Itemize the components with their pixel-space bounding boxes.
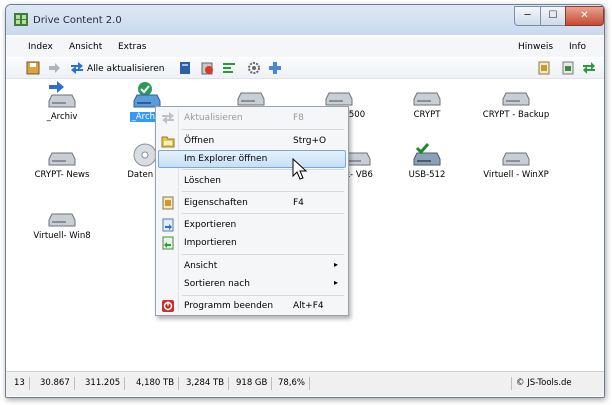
menu-item-open-in-explorer[interactable]: Im Explorer öffnen <box>158 150 346 168</box>
drive-label: CRYPT <box>413 110 441 120</box>
drive-icon <box>48 152 76 166</box>
menu-item-import[interactable]: Importieren <box>158 234 346 252</box>
app-icon <box>14 13 28 26</box>
save-icon[interactable] <box>26 61 40 75</box>
drive-icon <box>237 92 265 106</box>
menu-item-shortcut: F8 <box>293 113 304 123</box>
menu-item-label: Sortieren nach <box>184 279 250 289</box>
menu-separator <box>182 169 344 170</box>
drive-label: CRYPT - Backup <box>482 110 550 120</box>
minimize-button[interactable]: ─ <box>514 6 541 26</box>
submenu-arrow-icon: ▸ <box>334 278 339 287</box>
sync-icon[interactable] <box>582 61 596 75</box>
status-copyright: © JS-Tools.de <box>511 377 576 390</box>
maximize-button[interactable]: ☐ <box>540 6 566 26</box>
menu-separator <box>182 191 344 192</box>
menu-item-shortcut: Strg+O <box>293 136 327 146</box>
import-icon <box>162 236 174 250</box>
submenu-arrow-icon: ▸ <box>334 260 339 269</box>
menu-item-label: Exportieren <box>184 220 237 230</box>
status-bar: 13 30.867 311.205 4,180 TB 3,284 TB 918 … <box>6 371 604 396</box>
menu-item-open[interactable]: Öffnen Strg+O <box>158 132 346 150</box>
forward-icon[interactable] <box>47 61 61 75</box>
drive-item[interactable]: CRYPT- News <box>19 151 105 180</box>
menu-item-export[interactable]: Exportieren <box>158 216 346 234</box>
drive-icon <box>413 92 441 106</box>
menu-item-sort-by[interactable]: Sortieren nach ▸ <box>158 275 346 293</box>
drive-item[interactable]: Virtuell- Win8 <box>19 212 105 241</box>
add-icon[interactable] <box>268 61 282 75</box>
menu-ansicht[interactable]: Ansicht <box>69 42 102 52</box>
menu-index[interactable]: Index <box>28 42 53 52</box>
drive-label: CRYPT- News <box>34 170 90 180</box>
menu-separator <box>182 129 344 130</box>
gear-icon[interactable] <box>247 61 261 75</box>
status-total-size: 4,180 TB <box>132 377 180 390</box>
usb-drive-ok-icon <box>413 143 441 166</box>
context-menu: Aktualisieren F8 Öffnen Strg+O Im Explor… <box>155 106 349 316</box>
drive-icon[interactable] <box>178 61 192 75</box>
update-all-button[interactable]: Alle aktualisieren <box>87 64 165 74</box>
status-file-count: 311.205 <box>81 377 126 390</box>
window-title: Drive Content 2.0 <box>33 15 122 26</box>
drive-item[interactable]: _Archiv <box>19 81 105 122</box>
delete-drive-icon[interactable] <box>200 61 214 75</box>
menu-item-shortcut: Alt+F4 <box>293 301 324 311</box>
menu-item-label: Ansicht <box>184 261 218 271</box>
menu-item-refresh[interactable]: Aktualisieren F8 <box>158 109 346 127</box>
menu-bar: Index Ansicht Extras Hinweis Info <box>6 37 604 57</box>
menu-item-exit[interactable]: Programm beenden Alt+F4 <box>158 297 346 315</box>
close-button[interactable]: ✕ <box>565 6 604 26</box>
drive-label: Virtuell- Win8 <box>33 231 91 241</box>
menu-item-label: Aktualisieren <box>184 113 243 123</box>
open-folder-icon <box>161 136 175 148</box>
menu-separator <box>182 213 344 214</box>
menu-item-label: Im Explorer öffnen <box>184 154 268 164</box>
status-drive-count: 13 <box>10 377 30 390</box>
title-bar[interactable]: Drive Content 2.0 ─ ☐ ✕ <box>6 5 604 35</box>
refresh-icon <box>162 112 174 124</box>
menu-item-delete[interactable]: Löschen <box>158 172 346 190</box>
drive-icon <box>502 92 530 106</box>
drive-icon <box>502 152 530 166</box>
settings-doc-icon[interactable] <box>537 61 551 75</box>
drive-item[interactable]: Virtuell - WinXP <box>473 151 559 180</box>
drive-icon <box>325 92 353 106</box>
mouse-cursor-icon <box>292 158 308 180</box>
drive-label: Virtuell - WinXP <box>483 170 549 180</box>
menu-extras[interactable]: Extras <box>118 42 146 52</box>
status-free-size: 918 GB <box>232 377 273 390</box>
properties-icon <box>162 196 174 210</box>
menu-item-properties[interactable]: Eigenschaften F4 <box>158 194 346 212</box>
drive-ok-icon <box>133 82 161 108</box>
drive-item[interactable]: USB-512 <box>384 143 470 180</box>
export-doc-icon[interactable] <box>561 61 575 75</box>
menu-separator <box>182 295 344 296</box>
status-used-size: 3,284 TB <box>182 377 230 390</box>
list-view-icon[interactable] <box>222 61 236 75</box>
menu-item-label: Löschen <box>184 176 221 186</box>
menu-separator <box>182 254 344 255</box>
drive-label: USB-512 <box>408 170 446 180</box>
drive-icon <box>48 213 76 227</box>
drive-update-icon <box>48 81 76 108</box>
menu-hinweis[interactable]: Hinweis <box>518 42 553 52</box>
menu-item-shortcut: F4 <box>293 198 304 208</box>
menu-item-view[interactable]: Ansicht ▸ <box>158 257 346 275</box>
drive-item[interactable]: CRYPT - Backup <box>473 91 559 120</box>
menu-info[interactable]: Info <box>569 42 586 52</box>
toolbar: Alle aktualisieren <box>6 58 604 79</box>
status-folder-count: 30.867 <box>36 377 75 390</box>
menu-item-label: Programm beenden <box>184 301 274 311</box>
menu-item-label: Eigenschaften <box>184 198 248 208</box>
export-icon <box>162 218 174 232</box>
drive-label: _Archiv <box>46 112 78 122</box>
drive-item[interactable]: CRYPT <box>384 91 470 120</box>
menu-item-label: Importieren <box>184 238 237 248</box>
power-icon <box>162 300 174 312</box>
refresh-all-icon[interactable] <box>70 61 84 75</box>
menu-item-label: Öffnen <box>184 136 215 146</box>
status-usage-percent: 78,6% <box>274 377 311 390</box>
